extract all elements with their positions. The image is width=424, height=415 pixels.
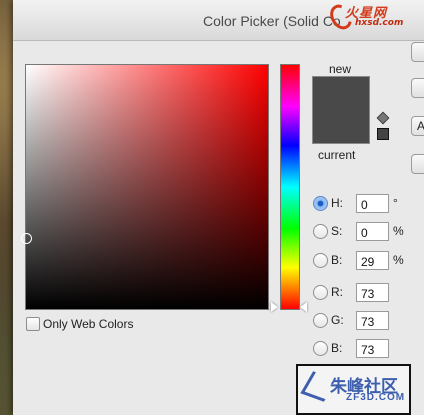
watermark-url: hxsd.com bbox=[355, 18, 404, 28]
bottom-watermark-url: ZF3D.COM bbox=[346, 392, 406, 403]
color-libraries-button[interactable] bbox=[411, 154, 424, 174]
input-g[interactable]: 73 bbox=[356, 311, 389, 330]
unit-s: % bbox=[393, 224, 404, 238]
site-watermark: 火星网 hxsd.com bbox=[325, 0, 424, 34]
input-h[interactable]: 0 bbox=[356, 194, 389, 213]
input-r[interactable]: 73 bbox=[356, 283, 389, 302]
current-color-swatch[interactable] bbox=[313, 110, 369, 143]
field-label-blue: B: bbox=[331, 341, 343, 355]
title-bar: Color Picker (Solid Co 火星网 hxsd.com bbox=[13, 0, 424, 41]
input-brightness[interactable]: 29 bbox=[356, 251, 389, 270]
field-label-brightness: B: bbox=[331, 253, 343, 267]
new-color-swatch bbox=[313, 77, 369, 110]
new-color-label: new bbox=[329, 62, 352, 76]
field-row-g: G: 73 bbox=[313, 311, 413, 333]
saturation-brightness-field[interactable] bbox=[21, 64, 269, 310]
field-row-r: R: 73 bbox=[313, 283, 413, 305]
field-label-s: S: bbox=[331, 224, 343, 238]
radio-h[interactable] bbox=[313, 196, 328, 211]
add-to-swatches-button[interactable]: A bbox=[411, 116, 424, 136]
field-row-s: S: 0 % bbox=[313, 222, 413, 244]
radio-g[interactable] bbox=[313, 313, 328, 328]
radio-brightness[interactable] bbox=[313, 253, 328, 268]
window-title: Color Picker (Solid Co bbox=[203, 13, 341, 29]
only-web-colors-checkbox[interactable] bbox=[26, 317, 40, 331]
field-row-brightness: B: 29 % bbox=[313, 251, 413, 273]
cancel-button[interactable] bbox=[411, 78, 424, 98]
input-blue[interactable]: 73 bbox=[356, 339, 389, 358]
current-color-label: current bbox=[318, 148, 356, 162]
field-label-h: H: bbox=[331, 196, 343, 210]
color-field-marker[interactable] bbox=[21, 233, 32, 244]
cube-icon[interactable] bbox=[376, 111, 390, 125]
websafe-swatch-icon[interactable] bbox=[377, 128, 389, 140]
color-preview bbox=[312, 76, 370, 144]
field-label-g: G: bbox=[331, 313, 344, 327]
hue-slider-handle-right[interactable] bbox=[300, 302, 307, 312]
radio-s[interactable] bbox=[313, 224, 328, 239]
field-row-h: H: 0 ° bbox=[313, 194, 413, 216]
color-picker-dialog: Color Picker (Solid Co 火星网 hxsd.com new … bbox=[13, 0, 424, 415]
radio-r[interactable] bbox=[313, 285, 328, 300]
hue-slider[interactable] bbox=[280, 64, 300, 310]
unit-brightness: % bbox=[393, 253, 404, 267]
field-label-r: R: bbox=[331, 285, 343, 299]
radio-blue[interactable] bbox=[313, 341, 328, 356]
ok-button[interactable] bbox=[411, 42, 424, 62]
bottom-watermark: 朱峰社区 ZF3D.COM bbox=[296, 364, 411, 415]
field-row-blue: B: 73 bbox=[313, 339, 413, 361]
unit-h: ° bbox=[393, 196, 398, 210]
hue-slider-handle-left[interactable] bbox=[271, 302, 278, 312]
only-web-colors-label: Only Web Colors bbox=[43, 317, 134, 331]
input-s[interactable]: 0 bbox=[356, 222, 389, 241]
